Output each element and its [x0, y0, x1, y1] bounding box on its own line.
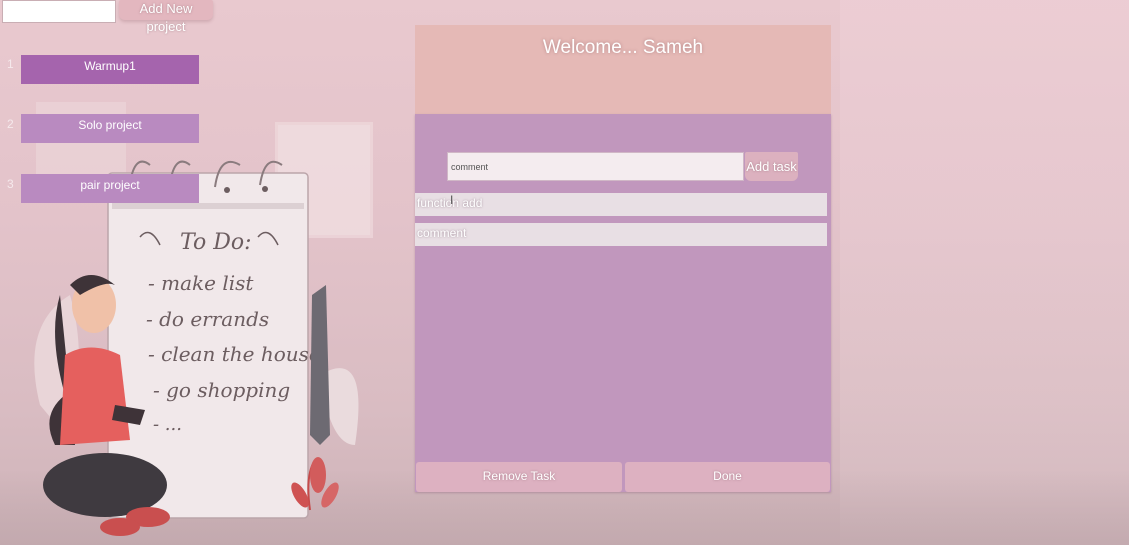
pen: [310, 285, 330, 445]
todo-illustration: To Do: - make list - do errands - clean …: [34, 160, 359, 536]
todo-item: - go shopping: [153, 378, 290, 402]
task-input[interactable]: [447, 152, 744, 181]
project-item-solo[interactable]: Solo project: [21, 114, 199, 143]
add-new-project-button[interactable]: Add New project: [119, 0, 213, 34]
todo-item: - do errands: [146, 307, 269, 331]
add-task-button[interactable]: Add task: [745, 152, 798, 181]
project-number: 3: [7, 177, 14, 191]
welcome-header: Welcome... Sameh: [415, 25, 831, 114]
text-cursor-icon: I: [450, 193, 454, 207]
todo-title: To Do:: [180, 230, 252, 255]
background-wall: [840, 0, 1129, 545]
new-project-input[interactable]: [2, 0, 116, 23]
task-item[interactable]: comment: [415, 223, 827, 246]
done-button[interactable]: Done: [625, 462, 830, 492]
remove-task-button[interactable]: Remove Task: [416, 462, 622, 492]
project-item-warmup1[interactable]: Warmup1: [21, 55, 199, 84]
welcome-text: Welcome... Sameh: [542, 37, 704, 58]
project-number: 2: [7, 117, 14, 131]
todo-item: - clean the house: [148, 342, 321, 366]
todo-item: - ...: [153, 414, 182, 435]
project-number: 1: [7, 57, 14, 71]
task-item[interactable]: function add: [415, 193, 827, 216]
project-item-pair[interactable]: pair project: [21, 174, 199, 203]
todo-item: - make list: [148, 271, 254, 295]
